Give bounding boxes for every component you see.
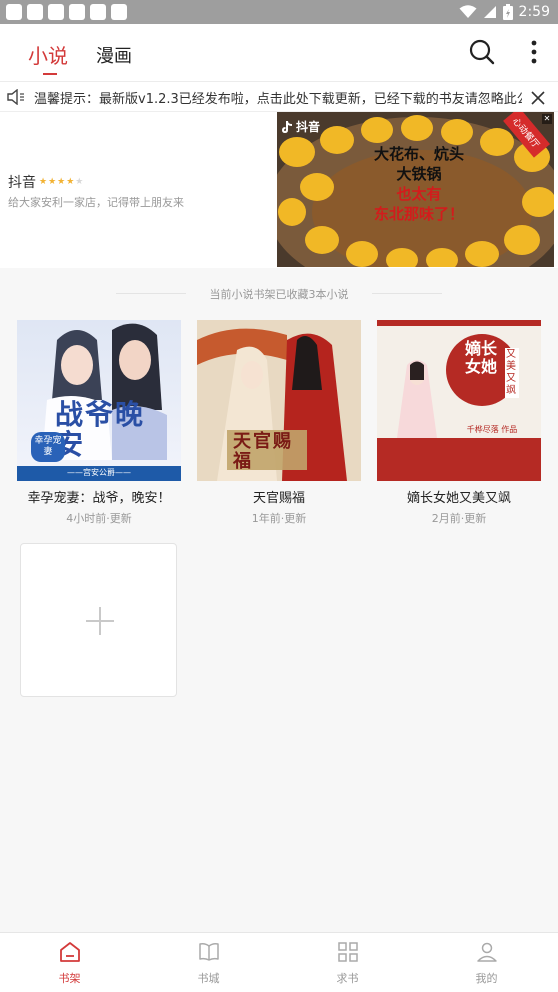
book-updated: 2月前·更新 [431,512,487,525]
nav-label: 我的 [475,972,498,985]
ad-caption-line: 东北那味了！ [373,205,464,223]
more-options-icon[interactable] [524,38,544,66]
ad-brand: 抖音 [281,118,320,135]
ad-caption: 大花布、炕头 大铁锅 也太有 东北那味了！ [349,144,489,224]
ad-app-name: 抖音 [8,175,36,191]
app-bar: 小说 漫画 [0,24,558,82]
nav-profile[interactable]: 我的 [417,933,556,992]
active-tab-indicator [43,73,57,75]
battery-icon [502,4,513,20]
tab-novel[interactable]: 小说 [28,40,68,69]
add-book-button[interactable] [20,543,177,697]
notice-text[interactable]: 温馨提示：最新版v1.2.3已经发布啦，点击此处下载更新，已经下载的书友请忽略此… [34,88,522,107]
book-item[interactable]: 战爷晚安 幸孕宠妻 ——宫安公爵—— 幸孕宠妻：战爷，晚安！ 4小时前·更新 [17,320,181,526]
search-icon[interactable] [468,38,496,66]
notification-icon [69,4,85,20]
book-item[interactable]: 天官赐福 天官赐福 1年前·更新 [197,320,361,526]
ad-banner[interactable]: 抖音 ★★★★★ 给大家安利一家店，记得带上朋友来 抖音 心动餐厅 ✕ 大花布、… [0,112,558,268]
status-icons: 2:59 [459,2,550,22]
book-cover-title: 嫡长女她 [465,339,498,376]
book-cover-author: 千桦尽落 作品 [466,425,518,434]
book-cover[interactable]: 嫡长女她 又美又飒 千桦尽落 作品 [377,320,541,481]
bottom-navigation: 书架 书城 求书 我的 [0,932,558,992]
tiktok-icon [282,120,292,133]
tab-comic[interactable]: 漫画 [96,42,132,68]
shelf-summary: 当前小说书架已收藏3本小说 [209,288,349,301]
ad-close-icon[interactable]: ✕ [542,114,552,124]
ad-brand-text: 抖音 [296,120,321,134]
divider [372,293,442,294]
ad-caption-line: 大铁锅 [396,165,442,183]
user-icon [477,942,497,962]
notification-icon [6,4,22,20]
wifi-icon [459,5,477,18]
book-updated: 1年前·更新 [251,512,307,525]
nav-bookshelf[interactable]: 书架 [0,933,139,992]
ad-caption-line: 也太有 [396,185,442,203]
speaker-icon [7,89,24,105]
nav-bookstore[interactable]: 书城 [139,933,278,992]
book-title[interactable]: 天官赐福 [197,487,361,506]
nav-label: 求书 [336,972,359,985]
notification-icon [90,4,106,20]
ad-title: 抖音 ★★★★★ [8,172,84,192]
book-cover[interactable]: 战爷晚安 幸孕宠妻 ——宫安公爵—— [17,320,181,481]
book-title[interactable]: 幸孕宠妻：战爷，晚安！ [17,487,181,506]
rating-stars: ★★★★★ [39,177,85,187]
nav-request-book[interactable]: 求书 [278,933,417,992]
close-icon[interactable] [528,88,548,108]
update-notice[interactable]: 温馨提示：最新版v1.2.3已经发布啦，点击此处下载更新，已经下载的书友请忽略此… [0,82,558,112]
book-item[interactable]: 嫡长女她 又美又飒 千桦尽落 作品 嫡长女她又美又飒 2月前·更新 [377,320,541,526]
book-title[interactable]: 嫡长女她又美又飒 [377,487,541,506]
book-cover-author: ——宫安公爵—— [67,468,131,477]
nav-label: 书架 [58,972,81,985]
book-cover-art [377,320,541,481]
signal-icon [483,6,496,18]
notification-icon [111,4,127,20]
nav-label: 书城 [197,972,220,985]
book-updated: 4小时前·更新 [66,512,132,525]
notification-icons [6,4,127,20]
ad-image[interactable]: 抖音 心动餐厅 ✕ 大花布、炕头 大铁锅 也太有 东北那味了！ [277,112,554,267]
plus-icon [86,607,114,635]
notification-icon [27,4,43,20]
book-cover[interactable]: 天官赐福 [197,320,361,481]
book-cover-subtitle: 又美又飒 [505,348,519,398]
grid-icon [338,942,358,962]
clock: 2:59 [518,4,550,20]
notification-icon [48,4,64,20]
book-cover-title: 战爷晚安 [55,398,146,461]
book-cover-subtitle: 幸孕宠妻 [31,432,65,462]
ad-description: 给大家安利一家店，记得带上朋友来 [8,196,184,209]
book-icon [199,943,219,961]
book-cover-title: 天官赐福 [233,431,293,472]
bookshelf-icon [60,942,80,962]
status-bar: 2:59 [0,0,558,24]
ad-caption-line: 大花布、炕头 [373,145,464,163]
